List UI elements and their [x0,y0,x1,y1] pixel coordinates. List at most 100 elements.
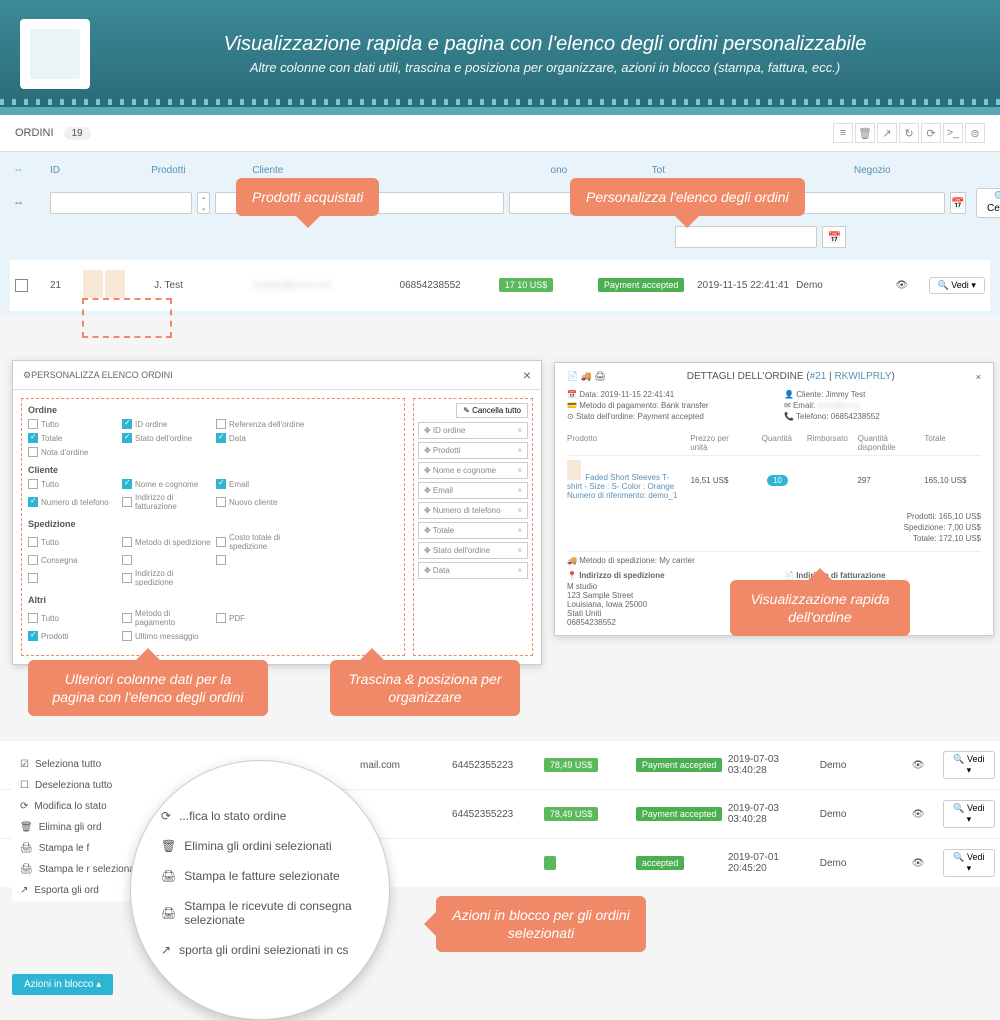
checkbox-item[interactable]: Costo totale di spedizione [216,533,306,551]
drag-item[interactable]: ✥ Data× [418,562,528,579]
ets-logo [20,19,90,89]
col-products[interactable]: Prodotti [151,165,247,176]
view-button[interactable]: 🔍 Vedi ▾ [929,277,985,294]
col-id[interactable]: ID [50,165,146,176]
drag-item[interactable]: ✥ Numero di telefono× [418,502,528,519]
db-icon[interactable]: ⊜ [965,123,985,143]
orders-label: ORDINI [15,127,54,139]
checkbox-item[interactable]: Data [216,433,306,443]
order-row[interactable]: 21 J. Test xxxxxx@xxxx.xxx 06854238552 1… [10,260,990,311]
row-checkbox[interactable] [15,279,28,292]
file-icon: 📄 🚚 🖨 [567,371,606,382]
drag-item[interactable]: ✥ Email× [418,482,528,499]
export-icon[interactable]: ↗ [877,123,897,143]
checkbox-item[interactable] [122,555,212,565]
col-total[interactable]: Tot [652,165,748,176]
checkbox-item[interactable]: ID ordine [122,419,212,429]
view-button[interactable]: 🔍 Vedi ▾ [943,849,995,877]
product-thumb [105,270,125,298]
callout-columns: Ulteriori colonne dati per la pagina con… [28,660,268,716]
drag-item[interactable]: ✥ Stato dell'ordine× [418,542,528,559]
checkbox-item[interactable]: Stato dell'ordine [122,433,212,443]
checkbox-item[interactable]: Numero di telefono [28,493,118,511]
col-customer[interactable]: Cliente [252,165,348,176]
view-button[interactable]: 🔍 Vedi ▾ [943,800,995,828]
checkbox-item[interactable]: Indirizzo di fatturazione [122,493,212,511]
drag-item[interactable]: ✥ Totale× [418,522,528,539]
checkbox-item[interactable]: Tutto [28,609,118,627]
bulk-actions-button[interactable]: Azioni in blocco ▴ [12,974,113,995]
product-thumb [83,270,103,298]
drag-item[interactable]: ✥ Prodotti× [418,442,528,459]
checkbox-item[interactable]: Consegna [28,555,118,565]
order-id: 21 [50,280,78,291]
checkbox-item[interactable] [216,555,306,565]
checkbox-item[interactable]: PDF [216,609,306,627]
orders-count: 19 [64,127,91,140]
shop-name: Demo [796,280,890,291]
callout-customize: Personalizza l'elenco degli ordini [570,178,805,216]
trash-icon[interactable]: 🗑 [855,123,875,143]
checkbox-item[interactable]: Totale [28,433,118,443]
zoom-item: 🖨Stampa le ricevute di consegna selezion… [161,891,359,935]
checkbox-item[interactable]: Tutto [28,479,118,489]
drag-item[interactable]: ✥ Nome e cognome× [418,462,528,479]
customize-panel: ⚙ PERSONALIZZA ELENCO ORDINI × OrdineTut… [12,360,542,665]
zoom-item: ⟳...fica lo stato ordine [161,801,359,831]
filter-email[interactable] [362,192,504,214]
calendar-icon[interactable]: 📅 [822,226,846,248]
close-icon[interactable]: × [523,367,531,383]
zoom-magnifier: ⟳...fica lo stato ordine🗑Elimina gli ord… [130,760,390,1020]
callout-drag: Trascina & posiziona per organizzare [330,660,520,716]
checkbox-item[interactable]: Indirizzo di spedizione [122,569,212,587]
checkbox-item[interactable]: Nuovo cliente [216,493,306,511]
checkbox-item[interactable]: Nota d'ordine [28,447,118,457]
search-button[interactable]: 🔍 Cerca [976,188,1000,218]
orders-table: -- ID Prodotti Cliente ono Tot Negozio -… [0,152,1000,316]
status-badge: Payment accepted [598,278,685,292]
callout-bulk: Azioni in blocco per gli ordini selezion… [436,896,646,952]
drag-item[interactable]: ✥ ID ordine× [418,422,528,439]
checkbox-item[interactable]: Metodo di pagamento [122,609,212,627]
order-date: 2019-11-15 22:41:41 [697,280,791,291]
customer-name: J. Test [154,280,248,291]
zoom-item: ↗sporta gli ordini selezionati in cs [161,935,359,965]
share-icon[interactable]: ↻ [899,123,919,143]
col-phone[interactable]: ono [551,165,647,176]
filter-date-from[interactable] [803,192,945,214]
zoom-item: 🖨Stampa le fatture selezionate [161,861,359,891]
clear-button[interactable]: ✎ Cancella tutto [456,403,528,418]
price-badge: 17 10 US$ [499,278,554,292]
orders-header-bar: ORDINI 19 ≡ 🗑 ↗ ↻ ⟳ >_ ⊜ [0,115,1000,152]
col-shop[interactable]: Negozio [854,165,950,176]
banner-title: Visualizzazione rapida e pagina con l'el… [110,33,980,56]
gear-icon: ⚙ [23,370,31,381]
toolbar: ≡ 🗑 ↗ ↻ ⟳ >_ ⊜ [833,123,985,143]
checkbox-item[interactable]: Email [216,479,306,489]
checkbox-item[interactable]: Metodo di spedizione [122,533,212,551]
checkbox-item[interactable] [28,569,118,587]
banner-subtitle: Altre colonne con dati utili, trascina e… [110,60,980,75]
zoom-item: 🗑Elimina gli ordini selezionati [161,831,359,861]
checkbox-item[interactable]: Prodotti [28,631,118,641]
close-icon[interactable]: × [976,372,981,382]
checkbox-item[interactable]: Tutto [28,419,118,429]
customize-title: PERSONALIZZA ELENCO ORDINI [31,370,173,380]
checkbox-item[interactable]: Referenza dell'ordine [216,419,306,429]
callout-products: Prodotti acquistati [236,178,379,216]
detail-title: DETTAGLI DELL'ORDINE (#21 | RKWILPRLY) [606,371,976,382]
checkbox-item[interactable]: Nome e cognome [122,479,212,489]
customize-drag-list: ✎ Cancella tutto ✥ ID ordine× ✥ Prodotti×… [413,398,533,656]
promo-banner: Visualizzazione rapida e pagina con l'el… [0,0,1000,115]
filter-row: -- -- 📅 🔍 Cerca [10,184,990,222]
list-icon[interactable]: ≡ [833,123,853,143]
phone: 06854238552 [400,280,494,291]
customize-checkboxes: OrdineTuttoID ordineReferenza dell'ordin… [21,398,405,656]
checkbox-item[interactable]: Tutto [28,533,118,551]
refresh-icon[interactable]: ⟳ [921,123,941,143]
filter-id[interactable] [50,192,192,214]
terminal-icon[interactable]: >_ [943,123,963,143]
bulk-menu-item[interactable]: ☑Seleziona tutto [12,754,212,775]
calendar-icon[interactable]: 📅 [950,192,966,214]
view-button[interactable]: 🔍 Vedi ▾ [943,751,995,779]
